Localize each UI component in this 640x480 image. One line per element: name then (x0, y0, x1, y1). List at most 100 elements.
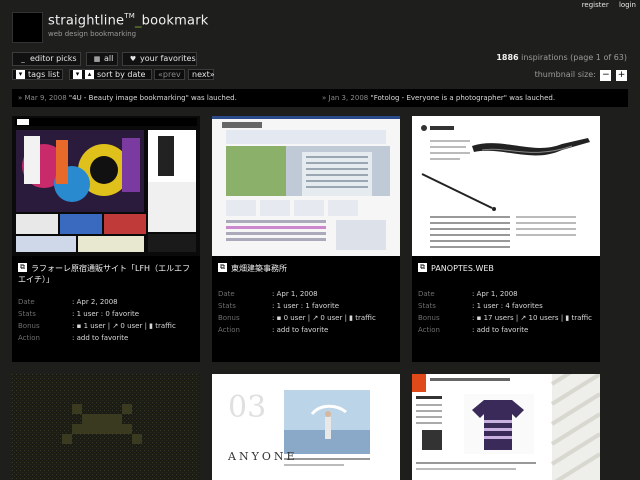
inspirations-text: inspirations (page 1 of 63) (521, 53, 627, 62)
stats-value: : 1 user : 4 favorites (472, 302, 543, 310)
next-page-link[interactable]: next» (188, 69, 215, 80)
anyone-wordmark: ANYONE (228, 450, 298, 463)
register-link[interactable]: register (582, 1, 609, 9)
all-button[interactable]: ▦ all (86, 52, 118, 66)
news-date: » Jan 3, 2008 (322, 94, 369, 102)
site-title-end: bookmark (141, 13, 209, 29)
bonus-zero: 0 user (320, 314, 343, 322)
bonus-label: Bonus (418, 314, 440, 322)
date-label: Date (218, 290, 235, 298)
bookmark-card (12, 374, 200, 480)
bonus-value: : ▪ 1 user | ↗ 0 user | ▮ traffic (72, 322, 176, 330)
bonus-traffic: traffic (355, 314, 376, 322)
login-link[interactable]: login (619, 1, 636, 9)
stats-value: : 1 user : 0 favorite (72, 310, 140, 318)
tags-list-label: tags list (28, 70, 60, 79)
site-logo[interactable] (12, 12, 43, 43)
news-text: "4U - Beauty image bookmarking" was lauc… (68, 94, 237, 102)
bookmark-card (412, 374, 600, 480)
bonus-value: : ▪ 0 user | ↗ 0 user | ▮ traffic (272, 314, 376, 322)
favorites-label: your favorites (140, 54, 196, 63)
site-thumbnail[interactable] (412, 374, 600, 480)
site-name-text: 東畑建築事務所 (231, 264, 287, 273)
bonus-traffic: traffic (571, 314, 593, 322)
site-meta: Date: Apr 1, 2008 Stats: 1 user : 4 favo… (418, 288, 596, 336)
bookmark-icon: ⧉ (218, 263, 227, 272)
bonus-traffic: traffic (155, 322, 176, 330)
news-date: » Mar 9, 2008 (18, 94, 67, 102)
panoptes-screenshot (412, 116, 600, 256)
site-name[interactable]: ⧉ 東畑建築事務所 (218, 263, 398, 274)
bookmark-card: ⧉ PANOPTES.WEB Date: Apr 1, 2008 Stats: 1… (412, 116, 600, 362)
date-label: Date (418, 290, 435, 298)
bookmark-card: ⧉ ラフォーレ原宿通販サイト「LFH（エルエフエイチ）」 Date : Apr 2,… (12, 116, 200, 362)
top-links: register login (574, 1, 636, 9)
bookmark-card: ⧉ 東畑建築事務所 Date: Apr 1, 2008 Stats: 1 user… (212, 116, 400, 362)
anyone-number: 03 (228, 390, 267, 425)
site-thumbnail[interactable]: 03 ANYONE (212, 374, 400, 480)
action-label: Action (418, 326, 440, 334)
site-name[interactable]: ⧉ ラフォーレ原宿通販サイト「LFH（エルエフエイチ）」 (18, 263, 198, 285)
dropdown-icon: ▾ (16, 70, 25, 79)
bonus-label: Bonus (218, 314, 240, 322)
site-name[interactable]: ⧉ PANOPTES.WEB (418, 263, 598, 274)
news-text: "Fotolog - Everyone is a photographer" w… (370, 94, 556, 102)
site-meta: Date: Apr 1, 2008 Stats: 1 user : 1 favo… (218, 288, 396, 336)
thumbnail-shrink-button[interactable]: − (600, 70, 612, 81)
bookmark-card: 03 ANYONE (212, 374, 400, 480)
date-label: Date (18, 298, 35, 306)
site-thumbnail[interactable] (12, 116, 200, 256)
thumbnail-size-label: thumbnail size: (534, 70, 596, 79)
stats-label: Stats (218, 302, 236, 310)
action-label: Action (218, 326, 240, 334)
sort-order-icon: ▴ (85, 70, 94, 79)
inspirations-count: 1886 inspirations (page 1 of 63) (496, 53, 627, 62)
site-thumbnail[interactable] (12, 374, 200, 480)
bookmark-icon: ⧉ (18, 263, 27, 272)
tags-list-button[interactable]: ▾ tags list (12, 69, 63, 80)
favorites-button[interactable]: ♥ your favorites (122, 52, 197, 66)
add-to-favorite-link[interactable]: : add to favorite (72, 334, 128, 342)
title-separator: _ (134, 13, 142, 29)
bonus-zero: 10 users (528, 314, 559, 322)
toho-screenshot (212, 116, 400, 256)
bonus-zero: 0 user (120, 322, 143, 330)
trademark: TM (124, 12, 135, 20)
site-thumbnail[interactable] (412, 116, 600, 256)
bonus-users: 17 users (483, 314, 514, 322)
editor-picks-label: editor picks (30, 54, 77, 63)
news-item[interactable]: » Mar 9, 2008 "4U - Beauty image bookmar… (18, 89, 237, 107)
underscore-icon: _ (21, 55, 25, 63)
site-thumbnail[interactable] (212, 116, 400, 256)
site-title[interactable]: straightlineTM_bookmark (48, 12, 209, 29)
bookmark-icon: ⧉ (418, 263, 427, 272)
news-bar: » Mar 9, 2008 "4U - Beauty image bookmar… (12, 89, 628, 107)
add-to-favorite-link[interactable]: : add to favorite (472, 326, 528, 334)
bonus-label: Bonus (18, 322, 40, 330)
thumbnail-grow-button[interactable]: + (616, 70, 627, 81)
thumbnail-size-control: thumbnail size: − + (535, 70, 627, 81)
prev-page-link[interactable]: «prev (154, 69, 185, 80)
pixel-art-screenshot (12, 374, 200, 480)
site-title-main: straightline (48, 13, 125, 29)
all-label: all (104, 54, 114, 63)
stats-value: : 1 user : 1 favorite (272, 302, 340, 310)
site-name-text: ラフォーレ原宿通販サイト「LFH（エルエフエイチ）」 (18, 264, 191, 284)
action-label: Action (18, 334, 40, 342)
dropdown-icon: ▾ (73, 70, 82, 79)
stats-label: Stats (418, 302, 436, 310)
site-subtitle: web design bookmarking (48, 30, 137, 38)
sort-by-date-button[interactable]: ▾ ▴ sort by date (69, 69, 152, 80)
date-value: : Apr 2, 2008 (72, 298, 118, 306)
inspirations-number: 1886 (496, 53, 519, 62)
news-item[interactable]: » Jan 3, 2008 "Fotolog - Everyone is a p… (322, 89, 555, 107)
shirt-shop-screenshot (412, 374, 600, 480)
stats-label: Stats (18, 310, 36, 318)
lfh-screenshot (12, 116, 200, 256)
site-name-text: PANOPTES.WEB (431, 264, 494, 273)
bonus-users: 1 user (83, 322, 106, 330)
heart-icon: ♥ (129, 55, 137, 63)
add-to-favorite-link[interactable]: : add to favorite (272, 326, 328, 334)
site-meta: Date : Apr 2, 2008 Stats : 1 user : 0 favo… (18, 296, 196, 344)
editor-picks-button[interactable]: _ editor picks (12, 52, 81, 66)
